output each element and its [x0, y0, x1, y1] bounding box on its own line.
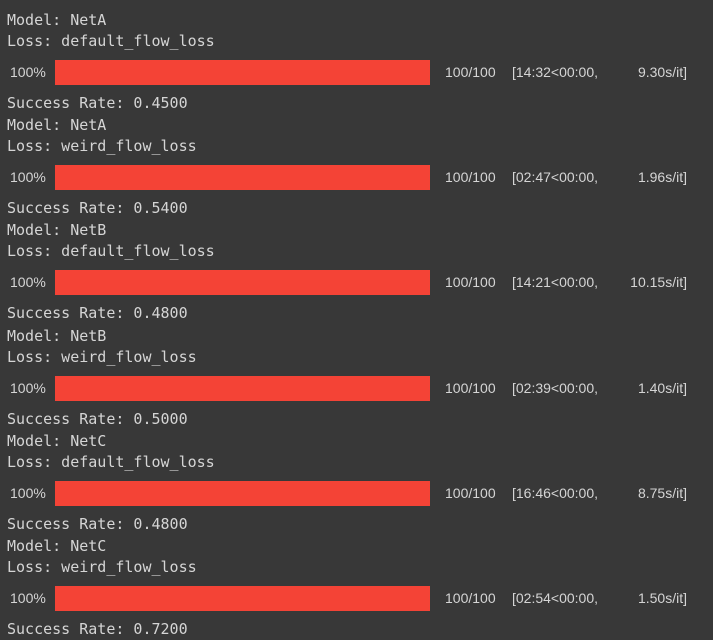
progress-rate: 1.40s/it]	[637, 379, 687, 396]
model-line: Model: NetC	[7, 431, 107, 450]
progress-bar-fill	[55, 60, 430, 85]
progress-time: [02:47<00:00,	[512, 169, 599, 186]
model-line: Model: NetB	[7, 221, 107, 240]
model-line: Model: NetC	[7, 536, 107, 555]
progress-row: 100% 100/100 [02:39<00:00, 1.40s/it]	[0, 375, 713, 401]
loss-line: Loss: weird_flow_loss	[7, 347, 197, 366]
progress-row: 100% 100/100 [02:54<00:00, 1.50s/it]	[0, 585, 713, 611]
model-line: Model: NetA	[7, 11, 107, 29]
progress-time: [14:32<00:00,	[512, 64, 599, 80]
progress-count: 100/100	[445, 64, 496, 80]
progress-bar	[55, 270, 430, 296]
progress-row: 100% 100/100 [14:32<00:00, 9.30s/it]	[0, 60, 713, 85]
progress-time: [02:39<00:00,	[512, 379, 599, 396]
progress-rate: 10.15s/it]	[630, 274, 687, 291]
progress-percent: 100%	[10, 274, 46, 291]
progress-rate: 1.50s/it]	[637, 589, 687, 606]
run-block: Model: NetA Loss: weird_flow_loss 100% 1…	[0, 105, 713, 217]
progress-bar	[55, 585, 430, 611]
loss-line: Loss: default_flow_loss	[7, 32, 215, 50]
progress-row: 100% 100/100 [14:21<00:00, 10.15s/it]	[0, 270, 713, 296]
progress-bar-fill	[55, 270, 430, 296]
progress-percent: 100%	[10, 169, 46, 186]
progress-bar	[55, 60, 430, 85]
loss-line: Loss: weird_flow_loss	[7, 557, 197, 576]
loss-line: Loss: weird_flow_loss	[7, 137, 197, 156]
progress-percent: 100%	[10, 379, 46, 396]
progress-rate: 8.75s/it]	[637, 484, 687, 501]
loss-line: Loss: default_flow_loss	[7, 452, 215, 471]
model-line: Model: NetB	[7, 326, 107, 345]
run-block: Model: NetB Loss: default_flow_loss 100%…	[0, 210, 713, 322]
progress-percent: 100%	[10, 589, 46, 606]
run-block: Model: NetA Loss: default_flow_loss 100%…	[0, 0, 713, 112]
progress-bar-fill	[55, 165, 430, 191]
progress-count: 100/100	[445, 484, 496, 501]
loss-line: Loss: default_flow_loss	[7, 242, 215, 261]
model-line: Model: NetA	[7, 116, 107, 135]
run-block: Model: NetC Loss: default_flow_loss 100%…	[0, 421, 713, 533]
run-block: Model: NetB Loss: weird_flow_loss 100% 1…	[0, 316, 713, 428]
progress-row: 100% 100/100 [02:47<00:00, 1.96s/it]	[0, 165, 713, 191]
progress-percent: 100%	[10, 64, 46, 80]
progress-rate: 1.96s/it]	[637, 169, 687, 186]
progress-bar-fill	[55, 480, 430, 506]
progress-bar-fill	[55, 585, 430, 611]
progress-time: [14:21<00:00,	[512, 274, 599, 291]
progress-bar-fill	[55, 375, 430, 401]
progress-time: [16:46<00:00,	[512, 484, 599, 501]
progress-bar	[55, 165, 430, 191]
progress-bar	[55, 480, 430, 506]
progress-bar	[55, 375, 430, 401]
progress-count: 100/100	[445, 169, 496, 186]
progress-percent: 100%	[10, 484, 46, 501]
notebook-output: Model: NetA Loss: default_flow_loss 100%…	[0, 0, 713, 638]
progress-rate: 9.30s/it]	[637, 64, 687, 80]
progress-count: 100/100	[445, 589, 496, 606]
progress-time: [02:54<00:00,	[512, 589, 599, 606]
run-block: Model: NetC Loss: weird_flow_loss 100% 1…	[0, 526, 713, 638]
progress-row: 100% 100/100 [16:46<00:00, 8.75s/it]	[0, 480, 713, 506]
progress-count: 100/100	[445, 274, 496, 291]
progress-count: 100/100	[445, 379, 496, 396]
